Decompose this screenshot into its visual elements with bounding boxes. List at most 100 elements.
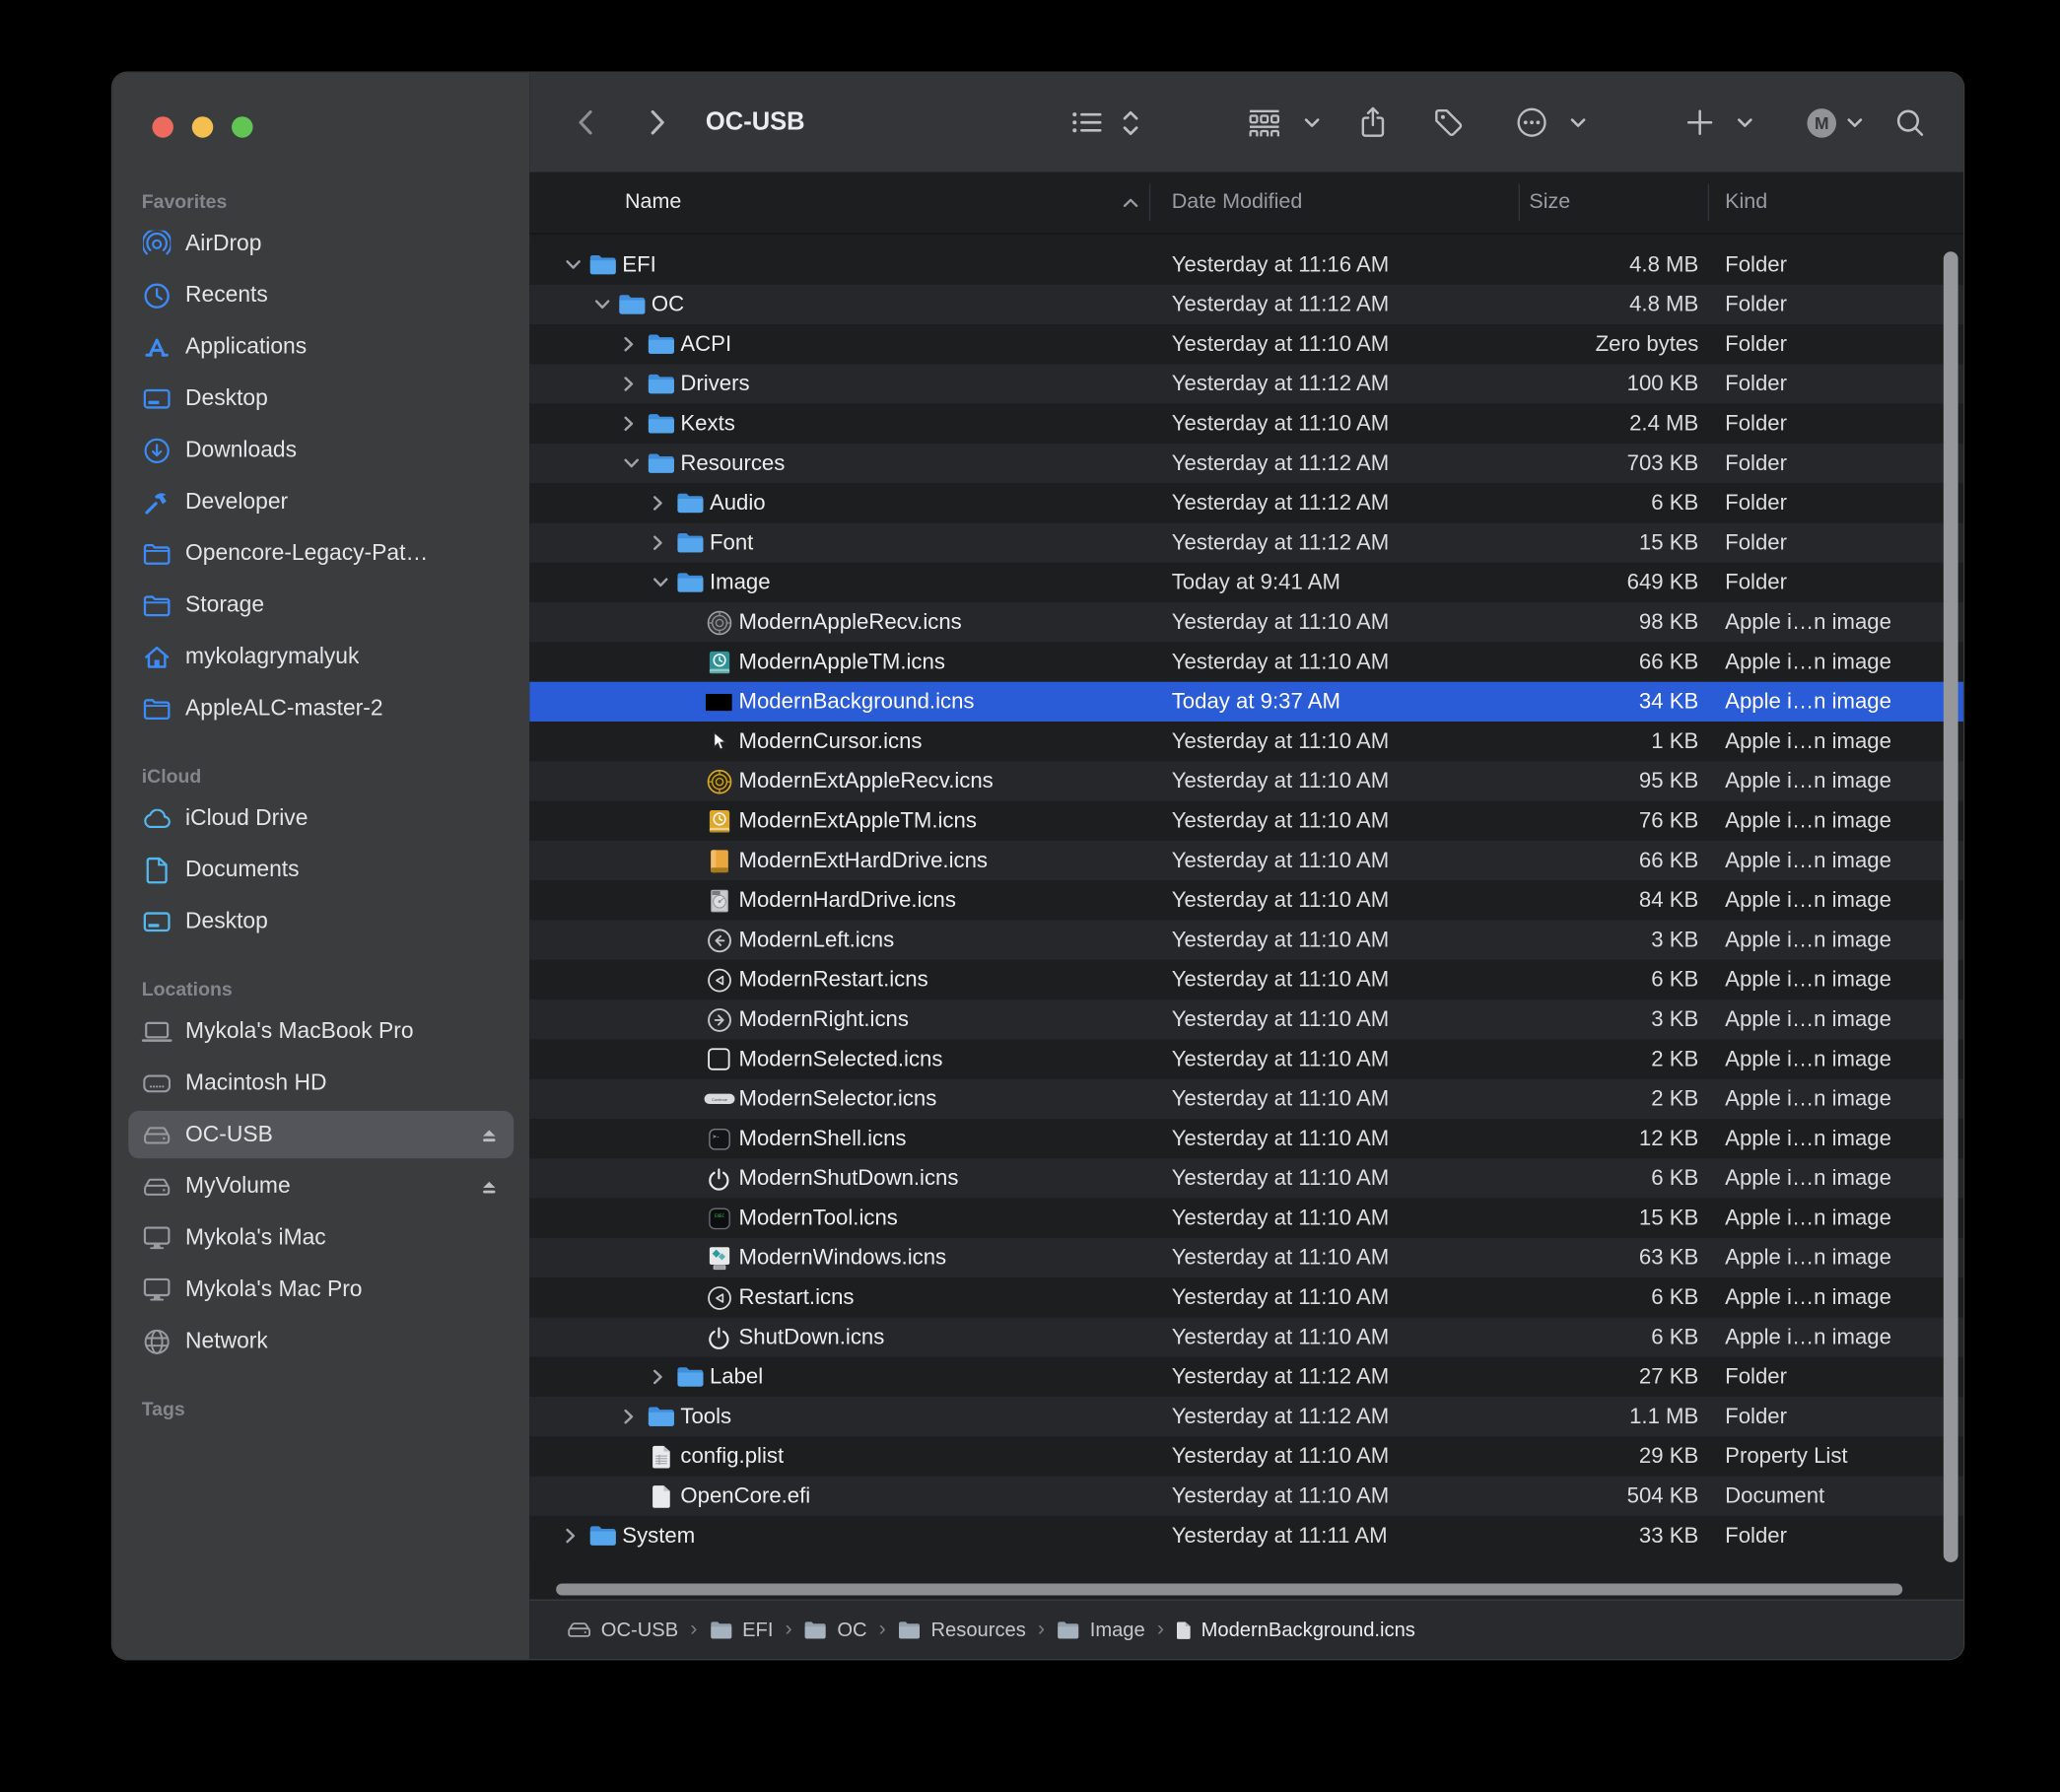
table-row[interactable]: ModernAppleRecv.icnsYesterday at 11:10 A…	[529, 602, 1963, 642]
table-row[interactable]: ModernHardDrive.icnsYesterday at 11:10 A…	[529, 880, 1963, 920]
table-row[interactable]: EFIYesterday at 11:16 AM4.8 MBFolder	[529, 244, 1963, 284]
sidebar-item-icloud-drive[interactable]: iCloud Drive	[128, 794, 514, 842]
disclosure-collapsed-icon[interactable]	[652, 495, 663, 511]
sidebar-item-mykola-s-macbook-pro[interactable]: Mykola's MacBook Pro	[128, 1007, 514, 1055]
table-row[interactable]: ModernWindows.icnsYesterday at 11:10 AM6…	[529, 1238, 1963, 1277]
eject-button[interactable]	[477, 1123, 501, 1146]
path-item-efi[interactable]: EFI	[710, 1619, 774, 1641]
forward-button[interactable]	[650, 73, 666, 172]
disclosure-expanded-icon[interactable]	[624, 458, 640, 469]
minimize-button[interactable]	[192, 116, 213, 137]
table-row[interactable]: ACPIYesterday at 11:10 AMZero bytesFolde…	[529, 324, 1963, 364]
table-row[interactable]: ModernSelected.icnsYesterday at 11:10 AM…	[529, 1039, 1963, 1078]
path-item-oc-usb[interactable]: OC-USB	[567, 1619, 678, 1641]
finder-window: FavoritesAirDropRecentsApplicationsDeskt…	[112, 73, 1963, 1659]
sidebar-item-myvolume[interactable]: MyVolume	[128, 1162, 514, 1209]
table-row[interactable]: config.plistYesterday at 11:10 AM29 KBPr…	[529, 1436, 1963, 1476]
table-row[interactable]: ModernExtAppleRecv.icnsYesterday at 11:1…	[529, 761, 1963, 800]
table-row[interactable]: Restart.icnsYesterday at 11:10 AM6 KBApp…	[529, 1277, 1963, 1317]
table-row[interactable]: KextsYesterday at 11:10 AM2.4 MBFolder	[529, 404, 1963, 444]
column-divider[interactable]	[1708, 184, 1709, 222]
table-row[interactable]: LabelYesterday at 11:12 AM27 KBFolder	[529, 1357, 1963, 1397]
share-icon[interactable]	[1359, 73, 1386, 172]
sidebar-item-downloads[interactable]: Downloads	[128, 427, 514, 474]
column-divider[interactable]	[1149, 184, 1150, 222]
eject-button[interactable]	[477, 1174, 501, 1198]
sort-toggle-icon[interactable]	[1122, 73, 1138, 172]
disclosure-expanded-icon[interactable]	[652, 578, 668, 588]
sidebar-item-mykolagrymalyuk[interactable]: mykolagrymalyuk	[128, 633, 514, 680]
table-row[interactable]: EXECModernTool.icnsYesterday at 11:10 AM…	[529, 1199, 1963, 1238]
table-row[interactable]: ShutDown.icnsYesterday at 11:10 AM6 KBAp…	[529, 1317, 1963, 1356]
column-divider[interactable]	[1519, 184, 1520, 222]
table-row[interactable]: ResourcesYesterday at 11:12 AM703 KBFold…	[529, 444, 1963, 483]
table-row[interactable]: ModernExtAppleTM.icnsYesterday at 11:10 …	[529, 801, 1963, 841]
disclosure-expanded-icon[interactable]	[566, 259, 582, 270]
path-item-resources[interactable]: Resources	[898, 1619, 1026, 1641]
table-row[interactable]: DriversYesterday at 11:12 AM100 KBFolder	[529, 364, 1963, 403]
sidebar-item-macintosh-hd[interactable]: Macintosh HD	[128, 1060, 514, 1107]
table-row[interactable]: FontYesterday at 11:12 AM15 KBFolder	[529, 523, 1963, 563]
table-row[interactable]: ImageToday at 9:41 AM649 KBFolder	[529, 563, 1963, 602]
sidebar-item-applealc-master-2[interactable]: AppleALC-master-2	[128, 684, 514, 731]
disclosure-collapsed-icon[interactable]	[624, 1409, 635, 1424]
sidebar-item-airdrop[interactable]: AirDrop	[128, 220, 514, 267]
disclosure-collapsed-icon[interactable]	[566, 1528, 577, 1544]
list-view-icon[interactable]	[1071, 73, 1102, 172]
table-row[interactable]: OpenCore.efiYesterday at 11:10 AM504 KBD…	[529, 1477, 1963, 1516]
disclosure-collapsed-icon[interactable]	[624, 336, 635, 352]
sidebar-item-recents[interactable]: Recents	[128, 271, 514, 318]
disclosure-collapsed-icon[interactable]	[652, 1369, 663, 1385]
table-row[interactable]: ModernBackground.icnsToday at 9:37 AM34 …	[529, 682, 1963, 722]
sidebar-item-opencore-legacy-pat[interactable]: Opencore-Legacy-Pat…	[128, 529, 514, 577]
table-row[interactable]: ContinueModernSelector.icnsYesterday at …	[529, 1079, 1963, 1119]
back-button[interactable]	[577, 73, 593, 172]
sidebar-item-desktop[interactable]: Desktop	[128, 898, 514, 945]
sidebar-item-mykola-s-mac-pro[interactable]: Mykola's Mac Pro	[128, 1266, 514, 1313]
group-view-icon[interactable]	[1248, 73, 1281, 172]
disclosure-collapsed-icon[interactable]	[624, 416, 635, 432]
add-button[interactable]	[1686, 73, 1714, 172]
column-header-name[interactable]: Name	[625, 172, 681, 234]
search-icon[interactable]	[1895, 73, 1925, 172]
path-item-modernbackground-icns[interactable]: ModernBackground.icns	[1176, 1619, 1415, 1641]
disclosure-collapsed-icon[interactable]	[652, 535, 663, 551]
path-item-oc[interactable]: OC	[804, 1619, 867, 1641]
more-actions-button[interactable]	[1517, 73, 1547, 172]
column-header-kind[interactable]: Kind	[1725, 172, 1767, 234]
sidebar-item-storage[interactable]: Storage	[128, 582, 514, 629]
table-row[interactable]: ModernCursor.icnsYesterday at 11:10 AM1 …	[529, 722, 1963, 761]
sidebar-item-developer[interactable]: Developer	[128, 478, 514, 525]
sidebar-item-documents[interactable]: Documents	[128, 846, 514, 893]
file-name: Image	[710, 563, 771, 602]
disclosure-collapsed-icon[interactable]	[624, 376, 635, 391]
path-item-image[interactable]: Image	[1057, 1619, 1145, 1641]
tag-icon[interactable]	[1433, 73, 1464, 172]
table-row[interactable]: >-ModernShell.icnsYesterday at 11:10 AM1…	[529, 1119, 1963, 1158]
close-button[interactable]	[152, 116, 172, 137]
account-badge[interactable]: M	[1806, 73, 1837, 172]
table-row[interactable]: OCYesterday at 11:12 AM4.8 MBFolder	[529, 285, 1963, 324]
table-row[interactable]: ToolsYesterday at 11:12 AM1.1 MBFolder	[529, 1397, 1963, 1436]
disclosure-expanded-icon[interactable]	[594, 300, 610, 310]
zoom-button[interactable]	[232, 116, 252, 137]
file-name: Tools	[680, 1397, 731, 1436]
column-header-date[interactable]: Date Modified	[1172, 172, 1303, 234]
table-row[interactable]: ModernExtHardDrive.icnsYesterday at 11:1…	[529, 841, 1963, 880]
horizontal-scrollbar[interactable]	[556, 1583, 1902, 1595]
table-row[interactable]: SystemYesterday at 11:11 AM33 KBFolder	[529, 1516, 1963, 1555]
table-row[interactable]: ModernShutDown.icnsYesterday at 11:10 AM…	[529, 1158, 1963, 1198]
table-row[interactable]: ModernRight.icnsYesterday at 11:10 AM3 K…	[529, 999, 1963, 1039]
sidebar-item-label: Recents	[185, 282, 268, 309]
table-row[interactable]: ModernAppleTM.icnsYesterday at 11:10 AM6…	[529, 642, 1963, 681]
vertical-scrollbar[interactable]	[1944, 251, 1958, 1562]
sidebar-item-network[interactable]: Network	[128, 1317, 514, 1364]
table-row[interactable]: AudioYesterday at 11:12 AM6 KBFolder	[529, 483, 1963, 522]
table-row[interactable]: ModernLeft.icnsYesterday at 11:10 AM3 KB…	[529, 921, 1963, 960]
sidebar-item-mykola-s-imac[interactable]: Mykola's iMac	[128, 1214, 514, 1262]
sidebar-item-oc-usb[interactable]: OC-USB	[128, 1111, 514, 1158]
sidebar-item-desktop[interactable]: Desktop	[128, 375, 514, 422]
sidebar-item-applications[interactable]: Applications	[128, 323, 514, 371]
table-row[interactable]: ModernRestart.icnsYesterday at 11:10 AM6…	[529, 960, 1963, 999]
column-header-size[interactable]: Size	[1529, 172, 1570, 234]
